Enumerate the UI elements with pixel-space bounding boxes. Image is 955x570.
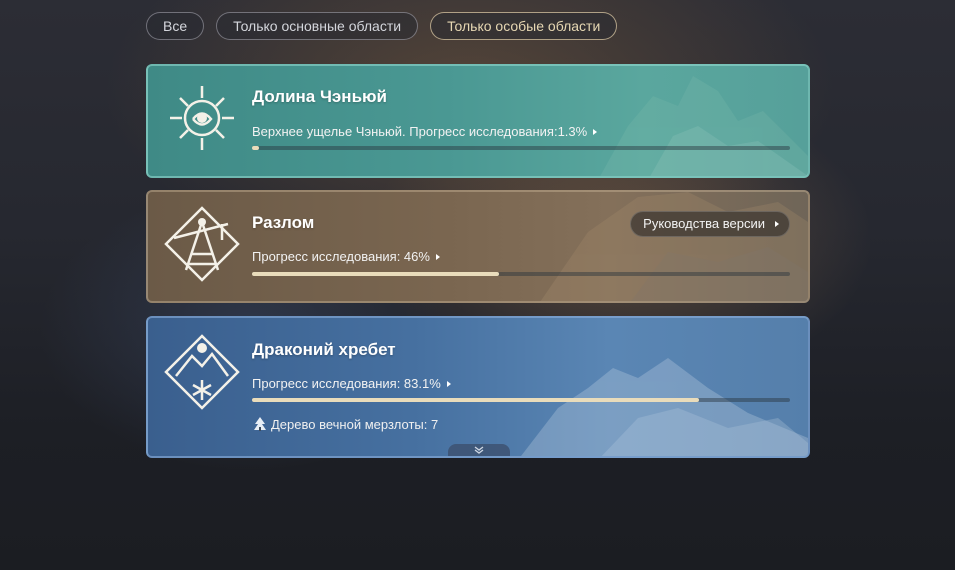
region-name: Разлом <box>252 213 315 232</box>
landscape-art <box>521 358 808 456</box>
arrow-right-icon <box>593 128 598 135</box>
chevron-down-icon <box>474 446 484 454</box>
region-name: Драконий хребет <box>252 340 396 359</box>
exploration-progress-label: Прогресс исследования: 83.1% <box>252 376 441 391</box>
region-name: Долина Чэньюй <box>252 87 387 106</box>
the-chasm-emblem-icon <box>164 206 240 282</box>
exploration-progress-bar <box>252 272 790 276</box>
progress-fill <box>252 398 700 402</box>
landscape-art <box>600 76 808 176</box>
region-filter-bar: Все Только основные области Только особы… <box>146 12 618 40</box>
region-card-the-chasm[interactable]: Разлом Руководства версии Прогресс иссле… <box>146 190 810 303</box>
exploration-progress-label: Верхнее ущелье Чэньюй. Прогресс исследов… <box>252 124 588 139</box>
expand-card-button[interactable] <box>448 444 510 456</box>
exploration-progress-link[interactable]: Прогресс исследования: 46% <box>252 249 440 264</box>
frostbearing-tree-level: Дерево вечной мерзлоты: 7 <box>252 416 438 432</box>
filter-special-regions-button[interactable]: Только особые области <box>430 12 618 40</box>
frostbearing-tree-icon <box>254 417 266 431</box>
arrow-right-icon <box>446 380 451 387</box>
arrow-right-icon <box>435 253 440 260</box>
version-guides-button[interactable]: Руководства версии <box>630 211 790 237</box>
exploration-progress-link[interactable]: Прогресс исследования: 83.1% <box>252 376 451 391</box>
exploration-progress-link[interactable]: Верхнее ущелье Чэньюй. Прогресс исследов… <box>252 124 598 139</box>
filter-main-regions-button[interactable]: Только основные области <box>216 12 419 40</box>
filter-all-button[interactable]: Все <box>146 12 205 40</box>
progress-fill <box>252 146 259 150</box>
exploration-progress-bar <box>252 398 790 402</box>
frostbearing-tree-label: Дерево вечной мерзлоты: 7 <box>271 416 439 432</box>
region-card-dragonspine[interactable]: Драконий хребет Прогресс исследования: 8… <box>146 316 810 458</box>
version-guides-label: Руководства версии <box>643 216 765 231</box>
landscape-art <box>540 192 808 301</box>
exploration-progress-bar <box>252 146 790 150</box>
dragonspine-emblem-icon <box>164 334 240 410</box>
arrow-right-icon <box>775 221 779 227</box>
exploration-progress-label: Прогресс исследования: 46% <box>252 249 430 264</box>
progress-fill <box>252 272 500 276</box>
region-card-chenyu-vale[interactable]: Долина Чэньюй Верхнее ущелье Чэньюй. Про… <box>146 64 810 178</box>
chenyu-vale-emblem-icon <box>170 86 234 150</box>
